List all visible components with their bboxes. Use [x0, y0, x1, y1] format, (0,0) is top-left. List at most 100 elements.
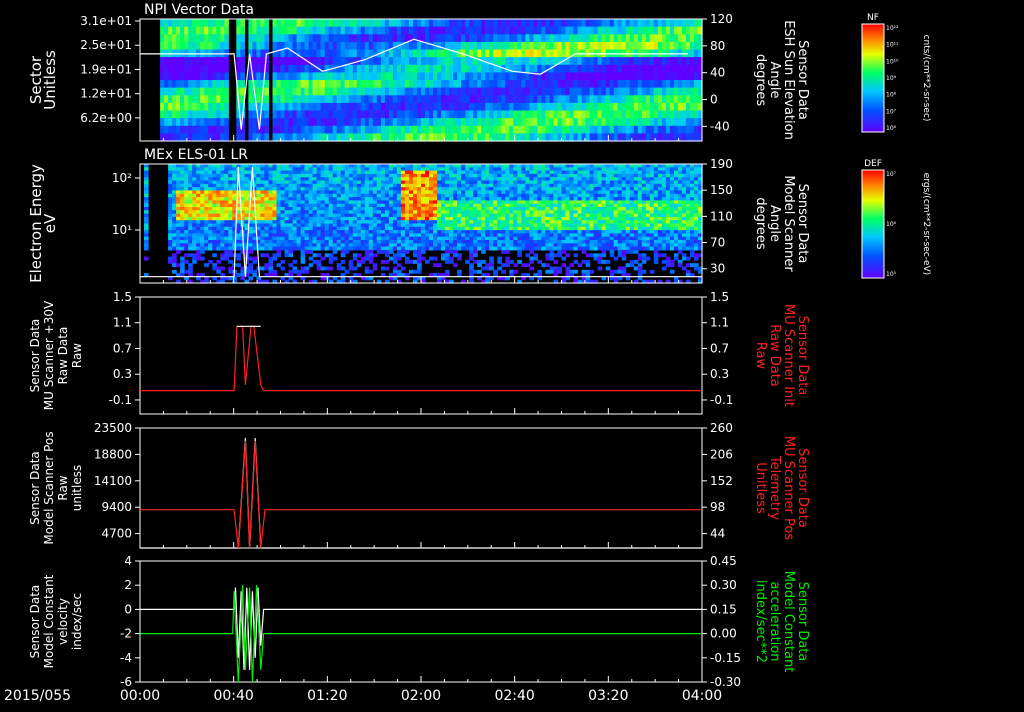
heatmap-cell [606, 57, 611, 65]
heatmap-cell [562, 133, 567, 141]
heatmap-cell [188, 253, 193, 257]
heatmap-cell [441, 257, 446, 261]
heatmap-cell [578, 103, 583, 111]
heatmap-cell [610, 65, 615, 73]
heatmap-cell [582, 95, 587, 103]
heatmap-cell [602, 27, 607, 35]
heatmap-cell [365, 190, 370, 194]
heatmap-cell [550, 57, 555, 65]
heatmap-cell [562, 65, 567, 73]
heatmap-cell [180, 190, 185, 194]
heatmap-cell [385, 42, 390, 50]
heatmap-cell [200, 57, 205, 65]
heatmap-cell [550, 27, 555, 35]
heatmap-cell [204, 42, 209, 50]
heatmap-cell [365, 50, 370, 58]
heatmap-cell [441, 103, 446, 111]
heatmap-cell [196, 95, 201, 103]
heatmap-cell [646, 118, 651, 126]
heatmap-cell [385, 80, 390, 88]
heatmap-cell [650, 133, 655, 141]
heatmap-cell [164, 103, 169, 111]
heatmap-cell [662, 34, 667, 42]
heatmap-cell [397, 118, 402, 126]
heatmap-cell [545, 133, 550, 141]
heatmap-cell [642, 65, 647, 73]
heatmap-cell [473, 95, 478, 103]
heatmap-cell [501, 126, 506, 134]
heatmap-cell [481, 27, 486, 35]
heatmap-cell [216, 190, 221, 194]
heatmap-cell [260, 19, 265, 27]
heatmap-cell [517, 133, 522, 141]
heatmap-cell [630, 88, 635, 96]
heatmap-cell [389, 19, 394, 27]
heatmap-cell [570, 72, 575, 80]
heatmap-cell [541, 126, 546, 134]
heatmap-cell [578, 80, 583, 88]
heatmap-cell [666, 103, 671, 111]
heatmap-cell [333, 133, 338, 141]
heatmap-cell [168, 190, 173, 194]
heatmap-cell [421, 65, 426, 73]
heatmap-cell [429, 50, 434, 58]
heatmap-cell [369, 80, 374, 88]
heatmap-cell [313, 50, 318, 58]
heatmap-cell [469, 34, 474, 42]
heatmap-cell [269, 190, 274, 194]
heatmap-cell [489, 95, 494, 103]
heatmap-cell [429, 88, 434, 96]
heatmap-cell [638, 133, 643, 141]
heatmap-cell [646, 103, 651, 111]
heatmap-cell [674, 72, 679, 80]
heatmap-cell [610, 19, 615, 27]
heatmap-cell [216, 19, 221, 27]
heatmap-cell [634, 34, 639, 42]
heatmap-cell [180, 34, 185, 42]
heatmap-cell [670, 57, 675, 65]
heatmap-cell [666, 118, 671, 126]
heatmap-cell [682, 19, 687, 27]
heatmap-cell [558, 88, 563, 96]
heatmap-cell [333, 19, 338, 27]
heatmap-cell [417, 80, 422, 88]
heatmap-cell [281, 247, 286, 251]
heatmap-cell [541, 111, 546, 119]
heatmap-cell [349, 190, 354, 194]
heatmap-cell [228, 270, 233, 274]
heatmap-cell [433, 34, 438, 42]
heatmap-cell [537, 247, 542, 251]
heatmap-cell [501, 88, 506, 96]
heatmap-cell [168, 88, 173, 96]
heatmap-cell [236, 57, 241, 65]
heatmap-cell [602, 111, 607, 119]
heatmap-cell [168, 72, 173, 80]
heatmap-cell [497, 260, 502, 264]
heatmap-cell [598, 95, 603, 103]
heatmap-cell [357, 34, 362, 42]
heatmap-cell [417, 250, 422, 254]
heatmap-cell [345, 42, 350, 50]
heatmap-cell [513, 103, 518, 111]
heatmap-cell [373, 19, 378, 27]
heatmap-cell [413, 19, 418, 27]
heatmap-cell [369, 65, 374, 73]
heatmap-cell [208, 247, 213, 251]
heatmap-cell [461, 118, 466, 126]
heatmap-cell [574, 27, 579, 35]
heatmap-cell [566, 19, 571, 27]
heatmap-cell [409, 57, 414, 65]
heatmap-cell [457, 42, 462, 50]
heatmap-cell [429, 103, 434, 111]
heatmap-cell [397, 111, 402, 119]
heatmap-cell [586, 34, 591, 42]
heatmap-cell [377, 88, 382, 96]
heatmap-cell [562, 95, 567, 103]
heatmap-cell [208, 103, 213, 111]
heatmap-cell [533, 19, 538, 27]
heatmap-cell [180, 88, 185, 96]
heatmap-cell [244, 190, 249, 194]
heatmap-cell [389, 80, 394, 88]
heatmap-cell [345, 72, 350, 80]
heatmap-cell [638, 19, 643, 27]
